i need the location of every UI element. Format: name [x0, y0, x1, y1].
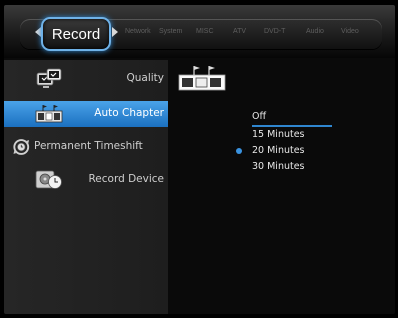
option-20-minutes[interactable]: 20 Minutes: [236, 143, 332, 159]
top-navigation-bar: Network System MISC ATV DVD-T Audio Vide…: [4, 5, 395, 58]
tab-video[interactable]: Video: [341, 28, 359, 35]
menu-item-record-device[interactable]: Record Device: [4, 167, 168, 193]
filmstrip-chapter-icon: [178, 66, 226, 91]
option-20-minutes-label: 20 Minutes: [252, 145, 305, 156]
option-15-minutes[interactable]: 15 Minutes: [252, 127, 332, 143]
menu-item-quality[interactable]: Quality: [4, 66, 168, 92]
tab-atv[interactable]: ATV: [233, 28, 246, 35]
filmstrip-chapter-icon: [35, 105, 63, 123]
tab-right-arrow-icon[interactable]: [112, 27, 118, 37]
tab-record[interactable]: Record: [41, 17, 111, 51]
tab-network[interactable]: Network: [125, 28, 151, 35]
menu-item-record-device-label: Record Device: [88, 173, 164, 185]
menu-item-auto-chapter[interactable]: Auto Chapter: [4, 101, 168, 127]
option-30-minutes-label: 30 Minutes: [252, 161, 305, 172]
hard-drive-clock-icon: [35, 170, 62, 189]
tab-dvdt[interactable]: DVD-T: [264, 28, 285, 35]
option-30-minutes[interactable]: 30 Minutes: [252, 159, 332, 175]
tab-audio[interactable]: Audio: [306, 28, 324, 35]
menu-item-auto-chapter-label: Auto Chapter: [94, 107, 164, 119]
selected-radio-dot-icon: [236, 148, 242, 154]
settings-screen: Network System MISC ATV DVD-T Audio Vide…: [4, 5, 395, 314]
tv-quality-icon: [36, 68, 62, 88]
auto-chapter-options: Off 15 Minutes 20 Minutes 30 Minutes: [236, 109, 332, 175]
tab-misc[interactable]: MISC: [196, 28, 214, 35]
circular-arrows-clock-icon: [13, 139, 30, 155]
option-off-label: Off: [252, 111, 267, 122]
settings-menu: Quality Auto Chapter Permanent Timeshift…: [4, 60, 168, 314]
tab-system[interactable]: System: [159, 28, 182, 35]
menu-item-permanent-timeshift-label: Permanent Timeshift: [34, 140, 143, 152]
menu-item-permanent-timeshift[interactable]: Permanent Timeshift: [4, 134, 168, 160]
menu-item-quality-label: Quality: [126, 72, 164, 84]
option-15-minutes-label: 15 Minutes: [252, 129, 305, 140]
option-off[interactable]: Off: [252, 109, 332, 127]
tab-record-label: Record: [51, 26, 101, 43]
